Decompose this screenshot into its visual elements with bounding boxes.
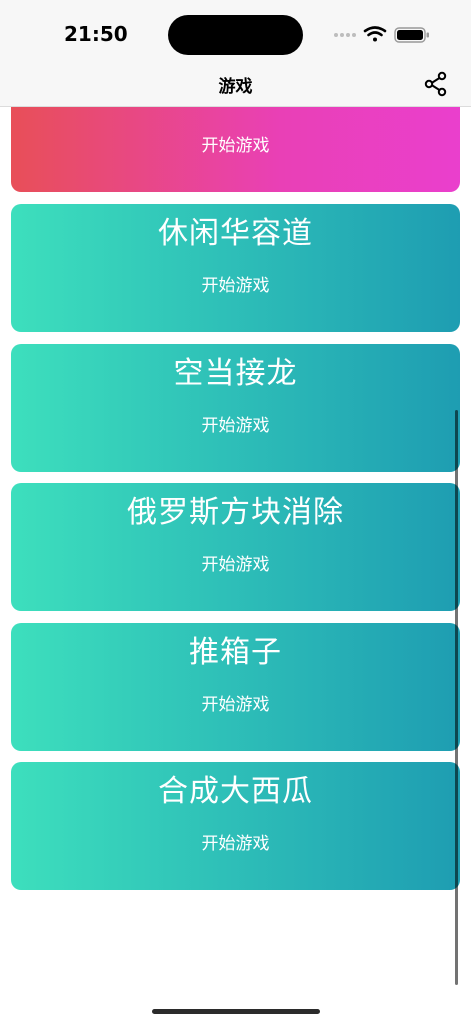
start-game-button[interactable]: 开始游戏 xyxy=(11,414,460,438)
game-card-title: 合成大西瓜 xyxy=(158,774,313,809)
game-card-5[interactable]: 推箱子 开始游戏 xyxy=(11,623,460,751)
start-game-button[interactable]: 开始游戏 xyxy=(11,832,460,856)
status-time: 21:50 xyxy=(64,22,128,46)
game-card-3[interactable]: 空当接龙 开始游戏 xyxy=(11,344,460,472)
game-card-6[interactable]: 合成大西瓜 开始游戏 xyxy=(11,762,460,890)
scrollbar[interactable] xyxy=(455,410,458,985)
share-icon[interactable] xyxy=(422,70,450,98)
home-indicator[interactable] xyxy=(152,1009,320,1014)
cellular-signal-icon xyxy=(334,33,356,37)
battery-icon xyxy=(394,27,429,43)
start-game-button[interactable]: 开始游戏 xyxy=(11,274,460,298)
navigation-bar: 21:50 游戏 xyxy=(0,0,471,107)
game-card-title: 俄罗斯方块消除 xyxy=(127,495,344,530)
status-icons xyxy=(334,26,429,43)
dynamic-island xyxy=(168,15,303,55)
wifi-icon xyxy=(363,26,387,42)
game-card-4[interactable]: 俄罗斯方块消除 开始游戏 xyxy=(11,483,460,611)
game-card-title: 休闲华容道 xyxy=(158,216,313,251)
game-card-2[interactable]: 休闲华容道 开始游戏 xyxy=(11,204,460,332)
game-list[interactable]: 开始游戏 休闲华容道 开始游戏 空当接龙 开始游戏 俄罗斯方块消除 开始游戏 推… xyxy=(0,0,471,1024)
page-title: 游戏 xyxy=(218,77,253,97)
game-card-title: 推箱子 xyxy=(189,635,282,670)
game-card-title: 空当接龙 xyxy=(173,356,298,391)
start-game-button[interactable]: 开始游戏 xyxy=(11,693,460,717)
start-game-button[interactable]: 开始游戏 xyxy=(11,134,460,158)
start-game-button[interactable]: 开始游戏 xyxy=(11,553,460,577)
app-screen: 开始游戏 休闲华容道 开始游戏 空当接龙 开始游戏 俄罗斯方块消除 开始游戏 推… xyxy=(0,0,471,1024)
